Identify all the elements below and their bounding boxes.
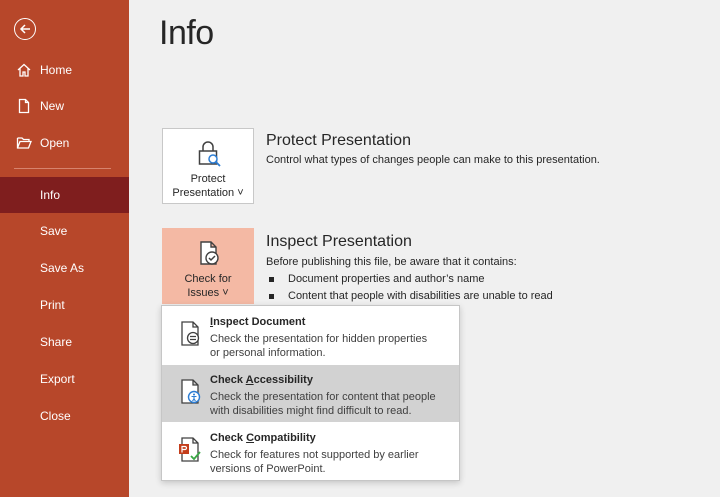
inspect-document-icon xyxy=(181,321,200,346)
check-for-issues-menu: Inspect Document Check the presentation … xyxy=(161,305,460,481)
nav-divider xyxy=(14,168,111,169)
bullet-square xyxy=(269,277,274,282)
home-icon xyxy=(17,63,31,77)
accessibility-check-icon xyxy=(181,379,201,404)
menu-item-check-accessibility[interactable]: Check Accessibility Check the presentati… xyxy=(162,365,459,422)
nav-close-label: Close xyxy=(40,409,71,423)
check-compatibility-title: Check Compatibility xyxy=(210,432,316,444)
protect-presentation-label: Protect Presentation ˅ xyxy=(172,172,243,200)
lock-search-icon xyxy=(198,141,221,167)
issues-label-line2: Issues ˅ xyxy=(187,287,229,299)
backstage-sidebar: Home New Open Info Save Save As Print Sh… xyxy=(0,0,129,497)
page-title: Info xyxy=(159,14,214,52)
back-button[interactable] xyxy=(14,18,36,40)
nav-export-label: Export xyxy=(40,372,75,386)
inspect-section-title: Inspect Presentation xyxy=(266,233,412,250)
nav-save-as-label: Save As xyxy=(40,261,85,275)
folder-open-icon xyxy=(16,137,32,149)
bullet-text: Content that people with disabilities ar… xyxy=(288,290,553,302)
check-accessibility-description: Check the presentation for content that … xyxy=(210,391,436,417)
nav-save[interactable]: Save xyxy=(0,213,129,249)
nav-new[interactable]: New xyxy=(0,88,129,124)
menu-item-inspect-document[interactable]: Inspect Document Check the presentation … xyxy=(162,307,459,364)
inspect-document-description: Check the presentation for hidden proper… xyxy=(210,333,428,359)
nav-info-label: Info xyxy=(40,188,61,202)
check-for-issues-label: Check for Issues ˅ xyxy=(184,272,231,300)
protect-section-description: Control what types of changes people can… xyxy=(266,154,600,166)
check-for-issues-button[interactable]: Check for Issues ˅ xyxy=(162,228,254,304)
protect-label-line1: Protect xyxy=(190,173,226,185)
nav-info[interactable]: Info xyxy=(0,177,129,213)
inspect-document-title: Inspect Document xyxy=(210,316,306,328)
nav-close[interactable]: Close xyxy=(0,398,129,434)
issues-label-line1: Check for xyxy=(184,273,232,285)
document-check-icon xyxy=(200,241,219,265)
nav-print[interactable]: Print xyxy=(0,287,129,323)
protect-label-line2: Presentation ˅ xyxy=(172,187,244,199)
nav-print-label: Print xyxy=(40,298,65,312)
check-compatibility-description: Check for features not supported by earl… xyxy=(210,449,419,475)
back-arrow-icon xyxy=(19,24,30,34)
bullet-square xyxy=(269,294,274,299)
menu-item-check-compatibility[interactable]: Check Compatibility Check for features n… xyxy=(162,423,459,480)
protect-presentation-button[interactable]: Protect Presentation ˅ xyxy=(162,128,254,204)
nav-share[interactable]: Share xyxy=(0,324,129,360)
nav-open-label: Open xyxy=(40,136,70,150)
check-accessibility-title: Check Accessibility xyxy=(210,374,313,386)
nav-save-as[interactable]: Save As xyxy=(0,250,129,286)
compatibility-check-icon xyxy=(179,437,201,462)
nav-open[interactable]: Open xyxy=(0,125,129,161)
nav-export[interactable]: Export xyxy=(0,361,129,397)
nav-home-label: Home xyxy=(40,63,73,77)
protect-section-title: Protect Presentation xyxy=(266,132,411,149)
nav-save-label: Save xyxy=(40,224,68,238)
inspect-section-description: Before publishing this file, be aware th… xyxy=(266,256,517,268)
nav-new-label: New xyxy=(40,99,65,113)
nav-share-label: Share xyxy=(40,335,73,349)
nav-home[interactable]: Home xyxy=(0,52,129,88)
bullet-text: Document properties and author’s name xyxy=(288,273,485,285)
new-file-icon xyxy=(18,98,30,114)
